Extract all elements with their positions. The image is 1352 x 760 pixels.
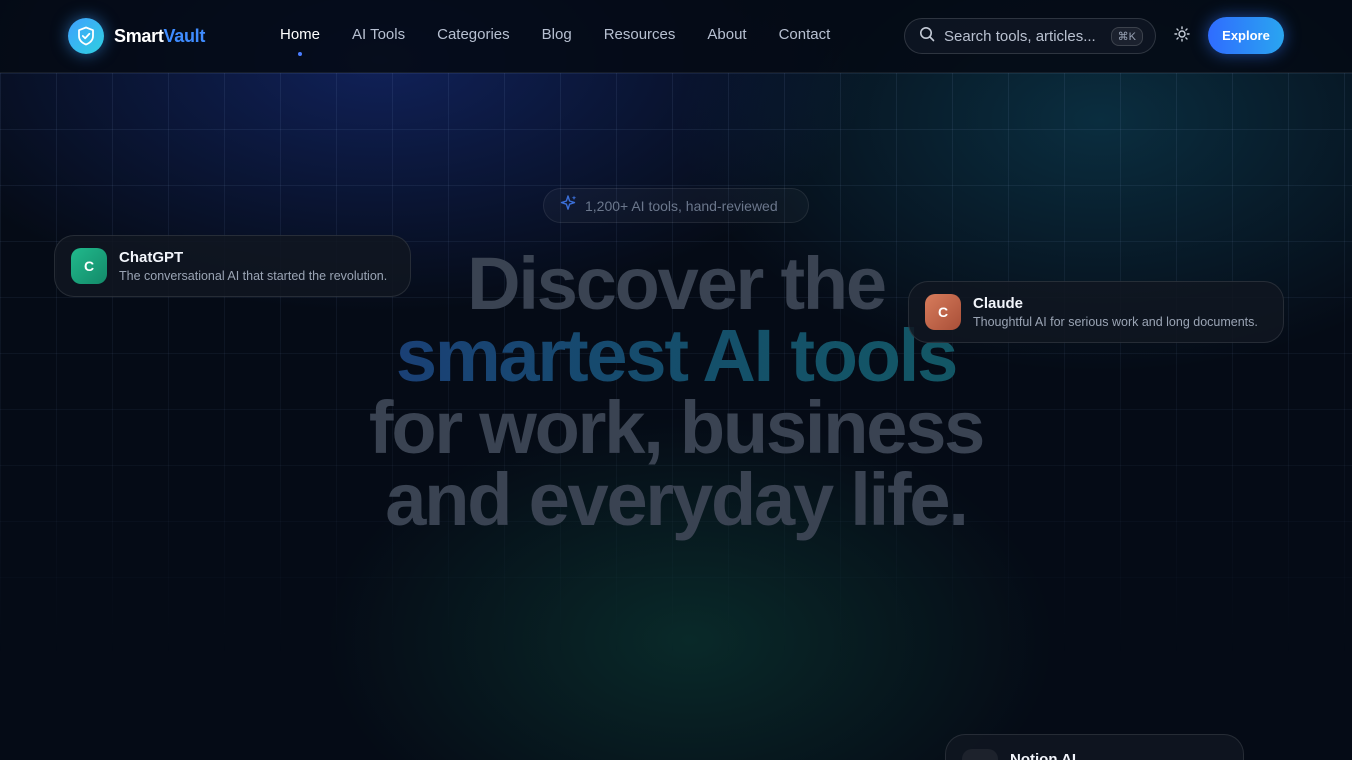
search-placeholder: Search tools, articles... bbox=[944, 27, 1096, 45]
top-navigation-bar: SmartVault Home AI Tools Categories Blog… bbox=[0, 0, 1352, 73]
theme-toggle-button[interactable] bbox=[1170, 24, 1194, 48]
headline-line-4: and everyday life. bbox=[385, 458, 969, 541]
card-body: ChatGPT The conversational AI that start… bbox=[119, 249, 387, 284]
card-description: The conversational AI that started the r… bbox=[119, 268, 388, 283]
nav-item-label: Home bbox=[280, 26, 321, 43]
explore-button[interactable]: Explore bbox=[1208, 17, 1284, 54]
card-description: Thoughtful AI for serious work and long … bbox=[973, 314, 1258, 329]
main-nav: Home AI Tools Categories Blog Resources … bbox=[280, 26, 831, 56]
avatar: C bbox=[71, 248, 107, 284]
nav-item-label: Contact bbox=[778, 26, 831, 43]
brand-name-part1: Smart bbox=[114, 25, 164, 46]
brand-logo[interactable]: SmartVault bbox=[68, 18, 205, 54]
keyboard-shortcut-badge: ⌘K bbox=[1110, 26, 1143, 46]
nav-item-about[interactable]: About bbox=[707, 26, 746, 43]
nav-item-resources[interactable]: Resources bbox=[604, 26, 676, 43]
hero-badge-text: 1,200+ AI tools, hand-reviewed bbox=[585, 197, 778, 214]
nav-item-ai-tools[interactable]: AI Tools bbox=[352, 26, 405, 43]
hero-badge: 1,200+ AI tools, hand-reviewed bbox=[543, 188, 809, 223]
shield-check-icon bbox=[68, 18, 104, 54]
card-title: Notion AI bbox=[1010, 751, 1077, 760]
active-indicator-dot bbox=[298, 52, 302, 56]
card-title: ChatGPT bbox=[119, 248, 184, 266]
nav-item-label: Blog bbox=[541, 26, 572, 43]
tool-card-notion-ai[interactable]: Notion AI bbox=[945, 734, 1244, 760]
brand-name-part2: Vault bbox=[163, 25, 206, 46]
avatar: C bbox=[925, 294, 961, 330]
nav-item-home[interactable]: Home bbox=[280, 26, 321, 56]
nav-item-contact[interactable]: Contact bbox=[779, 26, 831, 43]
nav-item-label: Resources bbox=[603, 26, 676, 43]
avatar bbox=[962, 749, 998, 760]
landing-page: SmartVault Home AI Tools Categories Blog… bbox=[0, 0, 1352, 760]
sparkles-icon bbox=[560, 194, 578, 217]
brand-name: SmartVault bbox=[114, 26, 205, 47]
card-title: Claude bbox=[973, 294, 1024, 312]
sun-icon bbox=[1174, 25, 1190, 47]
nav-item-label: About bbox=[707, 26, 747, 43]
card-body: Claude Thoughtful AI for serious work an… bbox=[973, 295, 1258, 330]
search-input[interactable]: Search tools, articles... ⌘K bbox=[904, 18, 1156, 54]
nav-item-label: Categories bbox=[437, 26, 510, 43]
tool-card-claude[interactable]: C Claude Thoughtful AI for serious work … bbox=[908, 281, 1284, 343]
search-icon bbox=[919, 26, 935, 47]
nav-item-categories[interactable]: Categories bbox=[437, 26, 510, 43]
tool-card-chatgpt[interactable]: C ChatGPT The conversational AI that sta… bbox=[54, 235, 411, 297]
card-body: Notion AI bbox=[1010, 751, 1076, 760]
nav-item-label: AI Tools bbox=[352, 26, 406, 43]
nav-item-blog[interactable]: Blog bbox=[542, 26, 572, 43]
headline-line-3: for work, business bbox=[368, 386, 985, 469]
